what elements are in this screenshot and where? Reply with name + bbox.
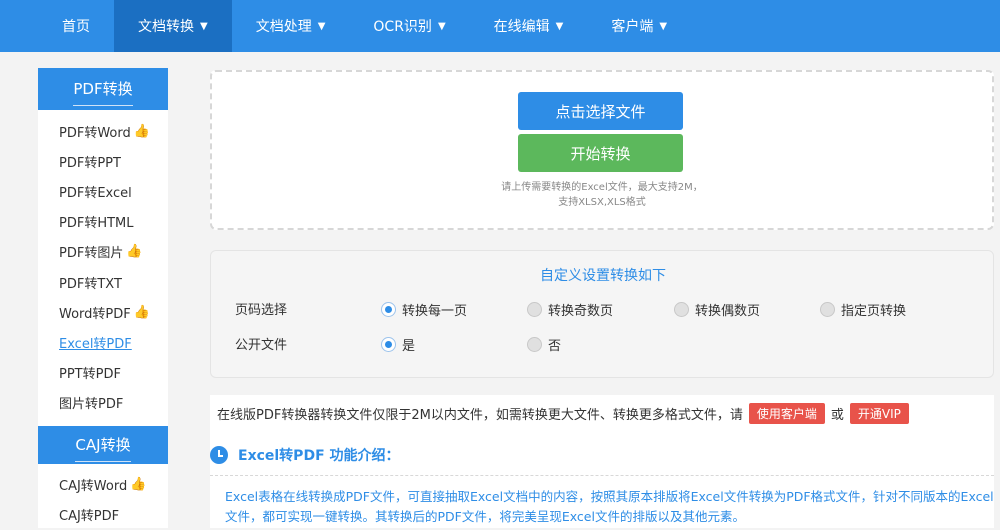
radio-label: 转换奇数页 [548,304,614,319]
nav-client[interactable]: 客户端 ▼ [587,0,691,52]
sidebar-list-caj: CAJ转Word 👍 CAJ转PDF [38,464,168,530]
open-vip-button[interactable]: 开通VIP [849,402,909,424]
radio-even-pages[interactable]: 转换偶数页 [674,300,760,319]
sidebar-item-label: PDF转Excel [59,185,132,201]
radio-specific-pages[interactable]: 指定页转换 [820,300,906,319]
sidebar-header-pdf: PDF转换 [38,68,168,110]
sidebar-item-caj-to-word[interactable]: CAJ转Word 👍 [38,470,168,500]
nav-doc-process[interactable]: 文档处理 ▼ [232,0,350,52]
select-file-button[interactable]: 点击选择文件 [518,92,683,130]
thumbs-up-icon: 👍 [133,304,150,320]
sidebar-item-label: PDF转PPT [59,155,121,171]
sidebar-list-pdf: PDF转Word 👍 PDF转PPT PDF转Excel PDF转HTML PDF… [38,110,168,418]
clock-icon [210,446,228,464]
caret-down-icon: ▼ [437,20,446,32]
sidebar-item-label: PDF转Word [59,125,131,141]
sidebar-item-pdf-to-excel[interactable]: PDF转Excel [38,176,168,206]
page-select-label: 页码选择 [235,303,288,318]
sidebar-item-pdf-to-txt[interactable]: PDF转TXT [38,267,168,297]
caret-down-icon: ▼ [200,20,208,32]
radio-unchecked-icon [527,337,542,352]
notice-or: 或 [830,407,844,423]
caret-down-icon: ▼ [317,20,326,32]
sidebar-item-pdf-to-word[interactable]: PDF转Word 👍 [38,116,168,146]
intro-title: Excel转PDF 功能介绍： [238,448,400,464]
sidebar-item-label: 图片转PDF [59,397,124,413]
sidebar-header-label: CAJ转换 [75,434,131,462]
nav-label: 在线编辑 [493,19,550,35]
radio-label: 转换每一页 [402,304,468,319]
sidebar-item-pdf-to-ppt[interactable]: PDF转PPT [38,146,168,176]
radio-public-no[interactable]: 否 [527,335,561,354]
sidebar-item-label: CAJ转Word [59,479,128,495]
radio-public-yes[interactable]: 是 [381,335,415,354]
radio-checked-icon [381,337,396,352]
thumbs-up-icon: 👍 [126,244,143,260]
size-limit-notice: 在线版PDF转换器转换文件仅限于2M以内文件，如需转换更大文件、转换更多格式文件… [210,395,994,431]
nav-label: 首页 [62,19,90,35]
radio-label: 指定页转换 [841,304,907,319]
sidebar-header-label: PDF转换 [73,78,133,106]
upload-tip-line: 支持XLSX,XLS格式 [558,197,646,208]
sidebar-item-label: PPT转PDF [59,367,121,383]
public-file-label: 公开文件 [235,338,288,353]
sidebar-header-caj: CAJ转换 [38,425,168,464]
radio-checked-icon [381,302,396,317]
nav-doc-convert[interactable]: 文档转换 ▼ [114,0,232,52]
caret-down-icon: ▼ [659,20,668,32]
nav-online-edit[interactable]: 在线编辑 ▼ [470,0,588,52]
start-convert-button[interactable]: 开始转换 [518,134,683,172]
sidebar-item-pdf-to-image[interactable]: PDF转图片 👍 [38,237,168,267]
nav-ocr[interactable]: OCR识别 ▼ [349,0,469,52]
sidebar-item-label: CAJ转PDF [59,509,120,525]
thumbs-up-icon: 👍 [130,477,147,493]
radio-odd-pages[interactable]: 转换奇数页 [527,300,613,319]
radio-label: 是 [402,339,416,354]
nav-label: 客户端 [611,19,654,35]
divider [210,475,994,476]
sidebar: PDF转换 PDF转Word 👍 PDF转PPT PDF转Excel PDF转HT… [38,68,168,528]
radio-label: 转换偶数页 [695,304,761,319]
radio-every-page[interactable]: 转换每一页 [381,300,467,319]
sidebar-item-image-to-pdf[interactable]: 图片转PDF [38,388,168,418]
sidebar-item-pdf-to-html[interactable]: PDF转HTML [38,207,168,237]
thumbs-up-icon: 👍 [133,123,150,139]
radio-unchecked-icon [527,302,542,317]
nav-label: 文档处理 [255,19,312,35]
sidebar-item-excel-to-pdf[interactable]: Excel转PDF [38,327,168,357]
sidebar-item-label: Excel转PDF [59,336,132,352]
nav-home[interactable]: 首页 [38,0,114,52]
settings-panel: 自定义设置转换如下 页码选择 转换每一页 转换奇数页 转换偶数页 指定页转换 公… [210,250,994,378]
sidebar-item-ppt-to-pdf[interactable]: PPT转PDF [38,358,168,388]
sidebar-item-label: PDF转TXT [59,276,122,292]
intro-heading: Excel转PDF 功能介绍： [210,445,400,465]
upload-tip: 请上传需要转换的Excel文件，最大支持2M， 支持XLSX,XLS格式 [212,180,992,210]
sidebar-item-label: PDF转HTML [59,216,134,232]
top-nav: 首页 文档转换 ▼ 文档处理 ▼ OCR识别 ▼ 在线编辑 ▼ 客户端 ▼ [0,0,1000,52]
notice-text: 在线版PDF转换器转换文件仅限于2M以内文件，如需转换更大文件、转换更多格式文件… [217,407,743,423]
caret-down-icon: ▼ [555,20,564,32]
settings-title: 自定义设置转换如下 [540,268,666,284]
upload-dropzone[interactable]: 点击选择文件 开始转换 请上传需要转换的Excel文件，最大支持2M， 支持XL… [210,70,994,230]
upload-tip-line: 请上传需要转换的Excel文件，最大支持2M， [501,182,703,193]
sidebar-item-label: PDF转图片 [59,246,124,262]
use-client-button[interactable]: 使用客户端 [748,402,825,424]
sidebar-item-word-to-pdf[interactable]: Word转PDF 👍 [38,297,168,327]
radio-label: 否 [548,339,562,354]
sidebar-item-caj-to-pdf[interactable]: CAJ转PDF [38,500,168,530]
nav-label: OCR识别 [373,19,432,35]
radio-unchecked-icon [674,302,689,317]
feature-intro: Excel转PDF 功能介绍： Excel表格在线转换成PDF文件，可直接抽取E… [210,431,994,528]
radio-unchecked-icon [820,302,835,317]
intro-description: Excel表格在线转换成PDF文件，可直接抽取Excel文档中的内容，按照其原本… [225,489,994,524]
nav-label: 文档转换 [138,19,194,35]
sidebar-item-label: Word转PDF [59,306,131,322]
